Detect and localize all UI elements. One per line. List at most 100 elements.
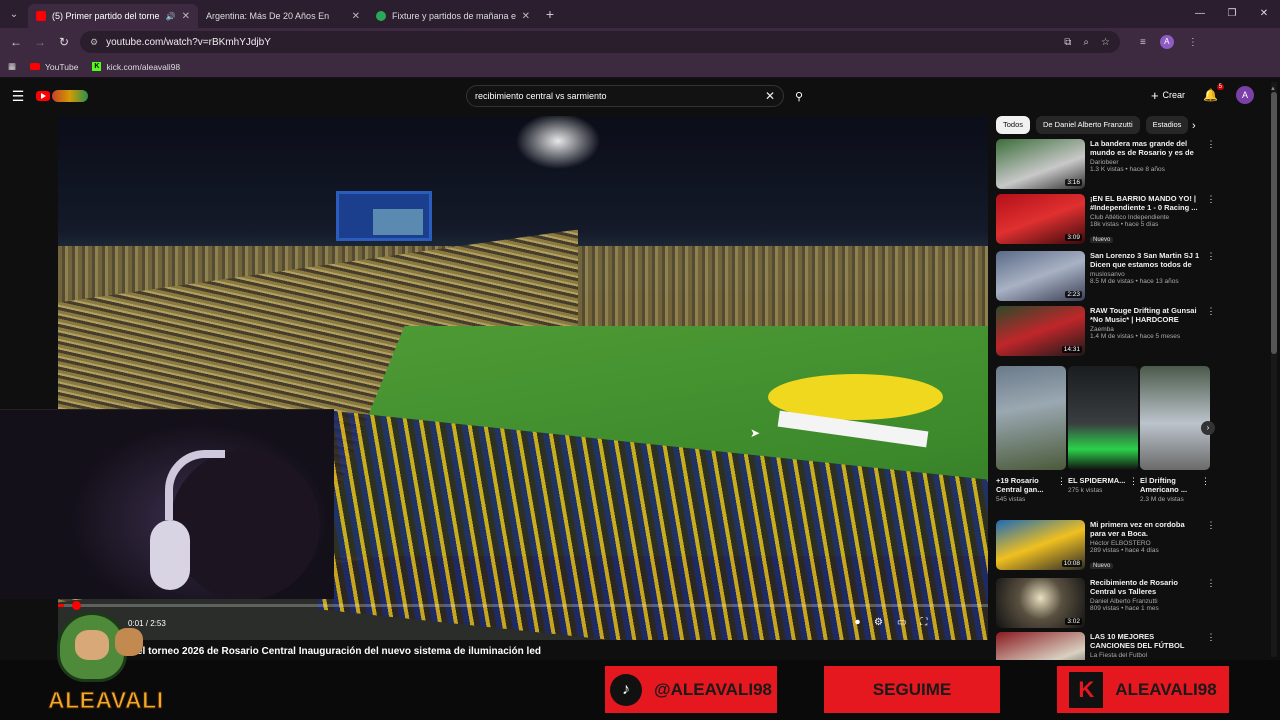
recommendation-item[interactable]: 3:02 Recibimiento de Rosario Central vs … — [996, 578, 1216, 630]
recommendation-title[interactable]: La bandera mas grande del mundo es de Ro… — [1090, 139, 1201, 157]
youtube-logo[interactable] — [36, 90, 88, 102]
recommendation-title[interactable]: LAS 10 MEJORES CANCIONES DEL FÚTBOL ARGE… — [1090, 632, 1201, 650]
close-tab-icon[interactable]: ✕ — [352, 11, 360, 22]
address-toolbar: ← → ↻ ⚙ youtube.com/watch?v=rBKmhYJdjbY … — [0, 28, 1280, 56]
site-info-icon[interactable]: ⚙ — [90, 37, 98, 48]
short-item[interactable]: EL SPIDERMA... 275 k vistas ⋮ — [1068, 366, 1138, 494]
search-button[interactable]: ⚲ — [786, 85, 812, 107]
more-options-icon[interactable]: ⋮ — [1206, 632, 1216, 660]
profile-avatar-icon[interactable]: A — [1159, 35, 1174, 49]
short-title[interactable]: El Drifting Americano ... — [1140, 476, 1200, 494]
tab-search-icon[interactable]: ⌄ — [0, 0, 28, 28]
new-tab-icon[interactable]: + — [538, 6, 562, 22]
site-favicon-icon — [376, 11, 386, 21]
maximize-icon[interactable]: ❐ — [1216, 0, 1248, 28]
reload-icon[interactable]: ↻ — [52, 35, 76, 49]
page-scrollbar[interactable] — [1271, 82, 1277, 657]
tab-argentina[interactable]: Argentina: Más De 20 Años En ✕ — [198, 4, 368, 28]
channel-name[interactable]: Héctor ELBOSTERO — [1090, 540, 1201, 547]
bookmark-kick[interactable]: Kkick.com/aleavali98 — [92, 62, 180, 72]
short-item[interactable]: +19 Rosario Central gan... 545 vistas ⋮ — [996, 366, 1066, 503]
short-thumbnail[interactable] — [1140, 366, 1210, 470]
channel-name[interactable]: Club Atlético Independiente — [1090, 214, 1201, 221]
short-item[interactable]: El Drifting Americano ... 2.3 M de vista… — [1140, 366, 1210, 503]
short-title[interactable]: +19 Rosario Central gan... — [996, 476, 1056, 494]
close-window-icon[interactable]: ✕ — [1248, 0, 1280, 28]
recommendation-title[interactable]: RAW Touge Drifting at Gunsai *No Music* … — [1090, 306, 1201, 324]
account-avatar[interactable]: A — [1236, 86, 1254, 104]
channel-name[interactable]: Daniel Alberto Franzutti — [1090, 598, 1201, 605]
notifications-bell-icon[interactable]: 🔔 5 — [1203, 84, 1224, 102]
chip-channel[interactable]: De Daniel Alberto Franzutti — [1036, 116, 1140, 134]
video-thumbnail[interactable]: 14:31 — [996, 306, 1085, 356]
close-tab-icon[interactable]: ✕ — [522, 11, 530, 22]
short-thumbnail[interactable] — [1068, 366, 1138, 470]
recommendation-item[interactable]: 3:16 La bandera mas grande del mundo es … — [996, 139, 1216, 191]
recommendation-item[interactable]: 2:23 San Lorenzo 3 San Martin SJ 1 Dicen… — [996, 251, 1216, 303]
video-thumbnail[interactable]: 3:16 — [996, 139, 1085, 189]
more-options-icon[interactable]: ⋮ — [1206, 139, 1216, 191]
create-label: Crear — [1162, 90, 1186, 100]
recommendation-item[interactable]: 14:31 RAW Touge Drifting at Gunsai *No M… — [996, 306, 1216, 358]
channel-name[interactable]: muslosanvo — [1090, 271, 1201, 278]
zoom-icon[interactable]: ⌕ — [1083, 37, 1089, 48]
scroll-up-icon[interactable]: ▲ — [1270, 86, 1276, 92]
miniplayer-icon[interactable]: ▭ — [897, 617, 906, 628]
chip-todos[interactable]: Todos — [996, 116, 1031, 134]
search-input[interactable]: recibimiento central vs sarmiento ✕ — [466, 85, 784, 107]
minimize-icon[interactable]: — — [1184, 0, 1216, 28]
recommendation-title[interactable]: Mi primera vez en cordoba para ver a Boc… — [1090, 520, 1201, 538]
autoplay-toggle-icon[interactable]: ⏺ — [855, 617, 860, 628]
menu-hamburger-icon[interactable]: ☰ — [0, 88, 36, 105]
recommendation-item[interactable]: LAS 10 MEJORES CANCIONES DEL FÚTBOL ARGE… — [996, 632, 1216, 660]
more-options-icon[interactable]: ⋮ — [1057, 476, 1066, 487]
browser-menu-icon[interactable]: ⋮ — [1188, 37, 1198, 48]
video-title: el torneo 2026 de Rosario Central Inaugu… — [137, 646, 541, 657]
recommendation-item[interactable]: 10:08 Mi primera vez en cordoba para ver… — [996, 520, 1216, 572]
window-controls: — ❐ ✕ — [1184, 0, 1280, 28]
create-button[interactable]: + Crear — [1151, 88, 1185, 103]
recommendation-item[interactable]: 3:09 ¡EN EL BARRIO MANDO YO! | #Independ… — [996, 194, 1216, 246]
more-options-icon[interactable]: ⋮ — [1206, 251, 1216, 303]
chip-estadios[interactable]: Estadios — [1145, 116, 1189, 134]
video-progress-bar[interactable] — [58, 601, 988, 610]
more-options-icon[interactable]: ⋮ — [1129, 476, 1138, 487]
video-thumbnail[interactable]: 2:23 — [996, 251, 1085, 301]
forward-icon[interactable]: → — [28, 35, 52, 49]
video-thumbnail[interactable]: 3:09 — [996, 194, 1085, 244]
apps-grid-icon[interactable]: ▦ — [8, 61, 16, 72]
video-thumbnail[interactable]: 10:08 — [996, 520, 1085, 570]
bookmark-youtube[interactable]: YouTube — [30, 62, 78, 72]
recommendation-title[interactable]: Recibimiento de Rosario Central vs Talle… — [1090, 578, 1201, 596]
fullscreen-icon[interactable]: ⛶ — [920, 617, 927, 628]
chevron-right-icon[interactable]: › — [1192, 120, 1196, 132]
more-options-icon[interactable]: ⋮ — [1206, 520, 1216, 572]
install-app-icon[interactable]: ⧉ — [1064, 37, 1071, 48]
url-bar[interactable]: ⚙ youtube.com/watch?v=rBKmhYJdjbY ⧉ ⌕ ☆ — [80, 31, 1120, 53]
tab-fixture[interactable]: Fixture y partidos de mañana e ✕ — [368, 4, 538, 28]
shorts-next-icon[interactable]: › — [1201, 421, 1215, 435]
channel-name[interactable]: La Fiesta del Futbol — [1090, 652, 1201, 659]
more-options-icon[interactable]: ⋮ — [1201, 476, 1210, 487]
tab-primer-partido[interactable]: (5) Primer partido del torne 🔊 ✕ — [28, 4, 198, 28]
audio-playing-icon[interactable]: 🔊 — [166, 12, 176, 21]
more-options-icon[interactable]: ⋮ — [1206, 578, 1216, 630]
recommendation-title[interactable]: San Lorenzo 3 San Martin SJ 1 Dicen que … — [1090, 251, 1201, 269]
channel-name[interactable]: Zaemba — [1090, 326, 1201, 333]
short-thumbnail[interactable] — [996, 366, 1066, 470]
clear-search-icon[interactable]: ✕ — [765, 89, 775, 103]
reading-list-icon[interactable]: ≡ — [1140, 37, 1146, 48]
short-title[interactable]: EL SPIDERMA... — [1068, 476, 1128, 485]
scrollbar-thumb[interactable] — [1271, 92, 1277, 354]
recommendation-title[interactable]: ¡EN EL BARRIO MANDO YO! | #Independiente… — [1090, 194, 1201, 212]
video-thumbnail[interactable] — [996, 632, 1085, 660]
more-options-icon[interactable]: ⋮ — [1206, 194, 1216, 246]
settings-gear-icon[interactable]: ⚙ — [874, 617, 883, 628]
channel-name[interactable]: Dariobeer — [1090, 159, 1201, 166]
url-text: youtube.com/watch?v=rBKmhYJdjbY — [106, 36, 271, 48]
video-thumbnail[interactable]: 3:02 — [996, 578, 1085, 628]
back-icon[interactable]: ← — [4, 35, 28, 49]
bookmark-star-icon[interactable]: ☆ — [1101, 37, 1110, 48]
close-tab-icon[interactable]: ✕ — [182, 11, 190, 22]
more-options-icon[interactable]: ⋮ — [1206, 306, 1216, 358]
